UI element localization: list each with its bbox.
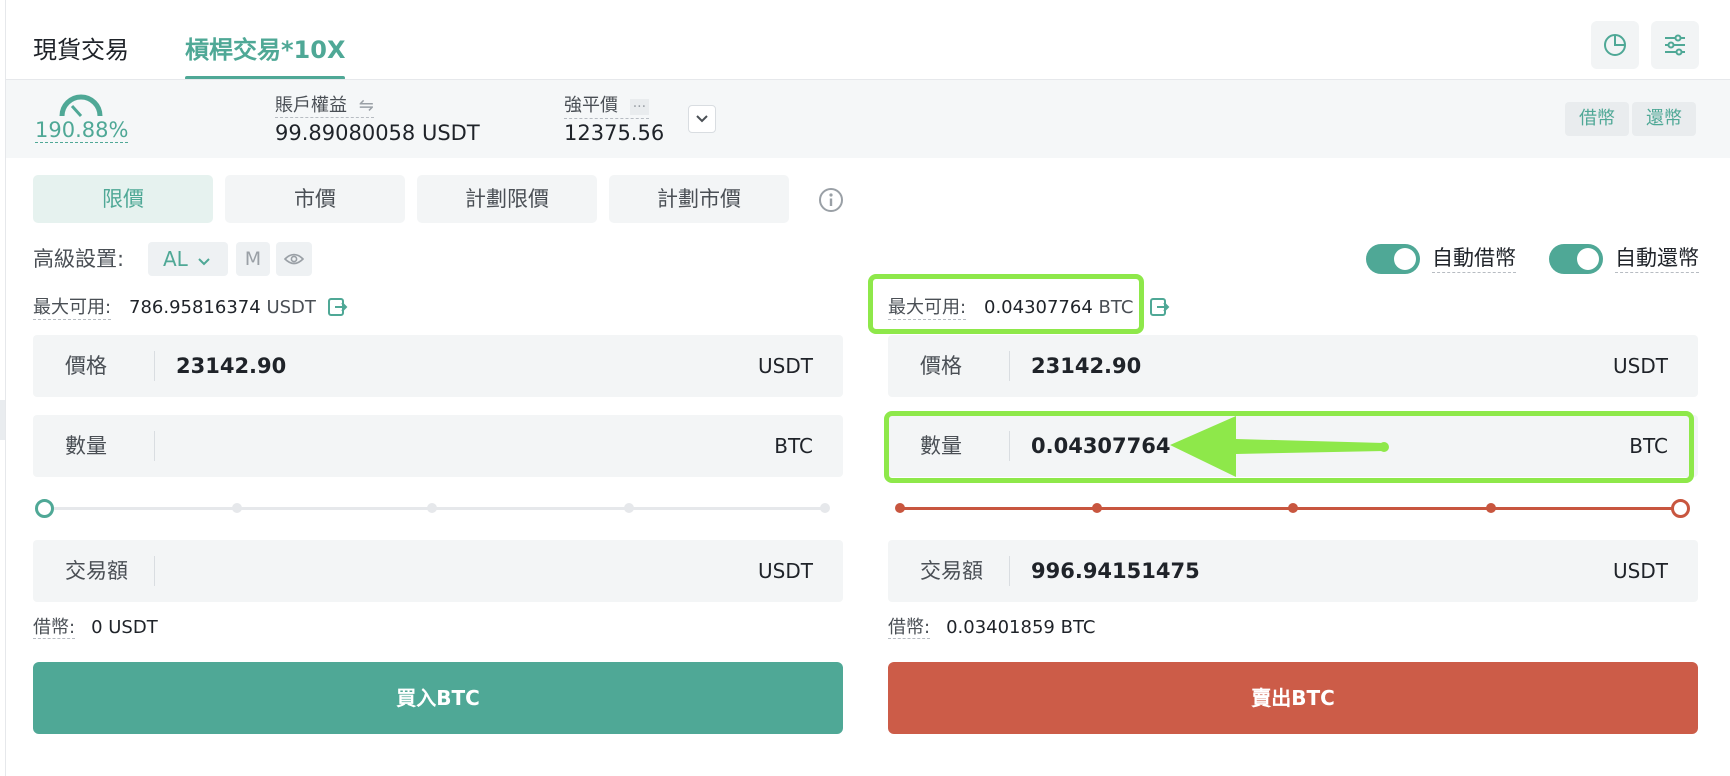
al-mode-label: AL <box>163 247 188 271</box>
m-mode-button[interactable]: M <box>236 242 270 276</box>
sell-price-field[interactable]: 價格 23142.90 USDT <box>888 335 1698 397</box>
buy-btc-button[interactable]: 買入BTC <box>33 662 843 734</box>
sell-max-available-value: 0.04307764 BTC <box>984 297 1133 319</box>
risk-ratio[interactable]: 190.88% <box>35 118 129 143</box>
sell-max-unit: BTC <box>1098 297 1134 318</box>
tab-spot[interactable]: 現貨交易 <box>33 30 129 80</box>
sell-amount-field[interactable]: 交易額 996.94151475 USDT <box>888 540 1698 602</box>
buy-amount-unit: USDT <box>758 559 813 583</box>
sell-max-amount: 0.04307764 <box>984 297 1093 318</box>
buy-quantity-unit: BTC <box>774 434 813 458</box>
sliders-icon <box>1665 34 1685 56</box>
buy-amount-label: 交易額 <box>65 559 128 583</box>
auto-repay-label[interactable]: 自動還幣 <box>1615 244 1699 273</box>
sell-amount-input[interactable]: 996.94151475 <box>1031 540 1200 602</box>
order-type-limit[interactable]: 限價 <box>33 175 213 223</box>
sell-borrow-info: 借幣: 0.03401859 BTC <box>888 617 1095 639</box>
swap-icon: ⇋ <box>358 95 374 116</box>
advanced-settings-label: 高級設置: <box>33 247 125 271</box>
sell-max-available-label[interactable]: 最大可用: <box>888 297 967 320</box>
order-type-market[interactable]: 市價 <box>225 175 405 223</box>
settings-button[interactable] <box>1651 21 1699 69</box>
toggle-knob <box>1394 248 1416 270</box>
buy-borrow-value: 0 USDT <box>91 617 158 638</box>
equity-value: 99.89080058 USDT <box>275 121 480 145</box>
liquidation-price-label-text: 強平價 <box>564 95 618 116</box>
sell-price-input[interactable]: 23142.90 <box>1031 335 1141 397</box>
order-type-plan-market[interactable]: 計劃市價 <box>609 175 789 223</box>
sell-amount-label: 交易額 <box>920 559 983 583</box>
slider-step[interactable] <box>1486 503 1496 513</box>
pie-chart-button[interactable] <box>1591 21 1639 69</box>
field-separator <box>154 556 155 586</box>
trade-mode-tabs: 現貨交易 槓桿交易*10X <box>33 30 346 80</box>
order-type-plan-limit[interactable]: 計劃限價 <box>417 175 597 223</box>
slider-thumb[interactable] <box>1671 499 1690 518</box>
slider-step[interactable] <box>624 503 634 513</box>
more-icon: ··· <box>629 99 650 115</box>
buy-price-input[interactable]: 23142.90 <box>176 335 286 397</box>
equity-label-text: 賬戶權益 <box>275 95 347 116</box>
chevron-down-icon <box>198 258 210 266</box>
expand-account-button[interactable] <box>688 105 716 133</box>
chevron-down-icon <box>696 115 708 123</box>
slider-thumb[interactable] <box>35 499 54 518</box>
sell-btc-button[interactable]: 賣出BTC <box>888 662 1698 734</box>
sell-quantity-input[interactable]: 0.04307764 <box>1031 415 1170 477</box>
liquidation-price-value: 12375.56 <box>564 121 665 145</box>
repay-button[interactable]: 還幣 <box>1632 102 1696 136</box>
eye-icon <box>284 253 304 265</box>
sell-borrow-label[interactable]: 借幣: <box>888 617 931 639</box>
sell-borrow-value: 0.03401859 BTC <box>946 617 1096 638</box>
account-summary-bar <box>6 80 1730 158</box>
borrow-button[interactable]: 借幣 <box>1565 102 1629 136</box>
al-mode-button[interactable]: AL <box>148 242 228 276</box>
field-separator <box>1009 556 1010 586</box>
equity-label[interactable]: 賬戶權益 ⇋ <box>275 95 374 118</box>
auto-borrow-label[interactable]: 自動借幣 <box>1432 244 1516 273</box>
buy-amount-field[interactable]: 交易額 USDT <box>33 540 843 602</box>
hidden-order-button[interactable] <box>276 242 312 276</box>
slider-step[interactable] <box>232 503 242 513</box>
slider-step[interactable] <box>1092 503 1102 513</box>
sell-quantity-label: 數量 <box>920 434 962 458</box>
transfer-icon[interactable] <box>326 296 348 318</box>
slider-step[interactable] <box>820 503 830 513</box>
sell-amount-unit: USDT <box>1613 559 1668 583</box>
slider-step[interactable] <box>895 503 905 513</box>
sell-quantity-unit: BTC <box>1629 434 1668 458</box>
sell-quantity-field[interactable]: 數量 0.04307764 BTC <box>888 415 1698 477</box>
buy-quantity-field[interactable]: 數量 BTC <box>33 415 843 477</box>
toggle-knob <box>1577 248 1599 270</box>
side-edge-marker <box>0 400 5 440</box>
buy-borrow-label[interactable]: 借幣: <box>33 617 76 639</box>
auto-repay-toggle[interactable] <box>1549 244 1603 274</box>
slider-step[interactable] <box>427 503 437 513</box>
risk-gauge-icon <box>59 94 103 118</box>
liquidation-price-label[interactable]: 強平價 ··· <box>564 95 650 119</box>
buy-max-available-label[interactable]: 最大可用: <box>33 297 112 320</box>
transfer-icon[interactable] <box>1148 296 1170 318</box>
field-separator <box>154 351 155 381</box>
buy-price-field[interactable]: 價格 23142.90 USDT <box>33 335 843 397</box>
buy-price-unit: USDT <box>758 354 813 378</box>
info-icon[interactable] <box>818 187 844 213</box>
slider-step[interactable] <box>1288 503 1298 513</box>
field-separator <box>1009 431 1010 461</box>
field-separator <box>1009 351 1010 381</box>
buy-max-amount: 786.95816374 <box>129 297 261 318</box>
buy-quantity-label: 數量 <box>65 434 107 458</box>
pie-chart-icon <box>1604 34 1626 56</box>
buy-max-available-value: 786.95816374 USDT <box>129 297 316 319</box>
tab-margin[interactable]: 槓桿交易*10X <box>185 30 346 80</box>
auto-borrow-toggle[interactable] <box>1366 244 1420 274</box>
buy-borrow-info: 借幣: 0 USDT <box>33 617 158 639</box>
sell-price-unit: USDT <box>1613 354 1668 378</box>
sell-price-label: 價格 <box>920 354 962 378</box>
field-separator <box>154 431 155 461</box>
buy-max-unit: USDT <box>266 297 316 318</box>
buy-price-label: 價格 <box>65 354 107 378</box>
